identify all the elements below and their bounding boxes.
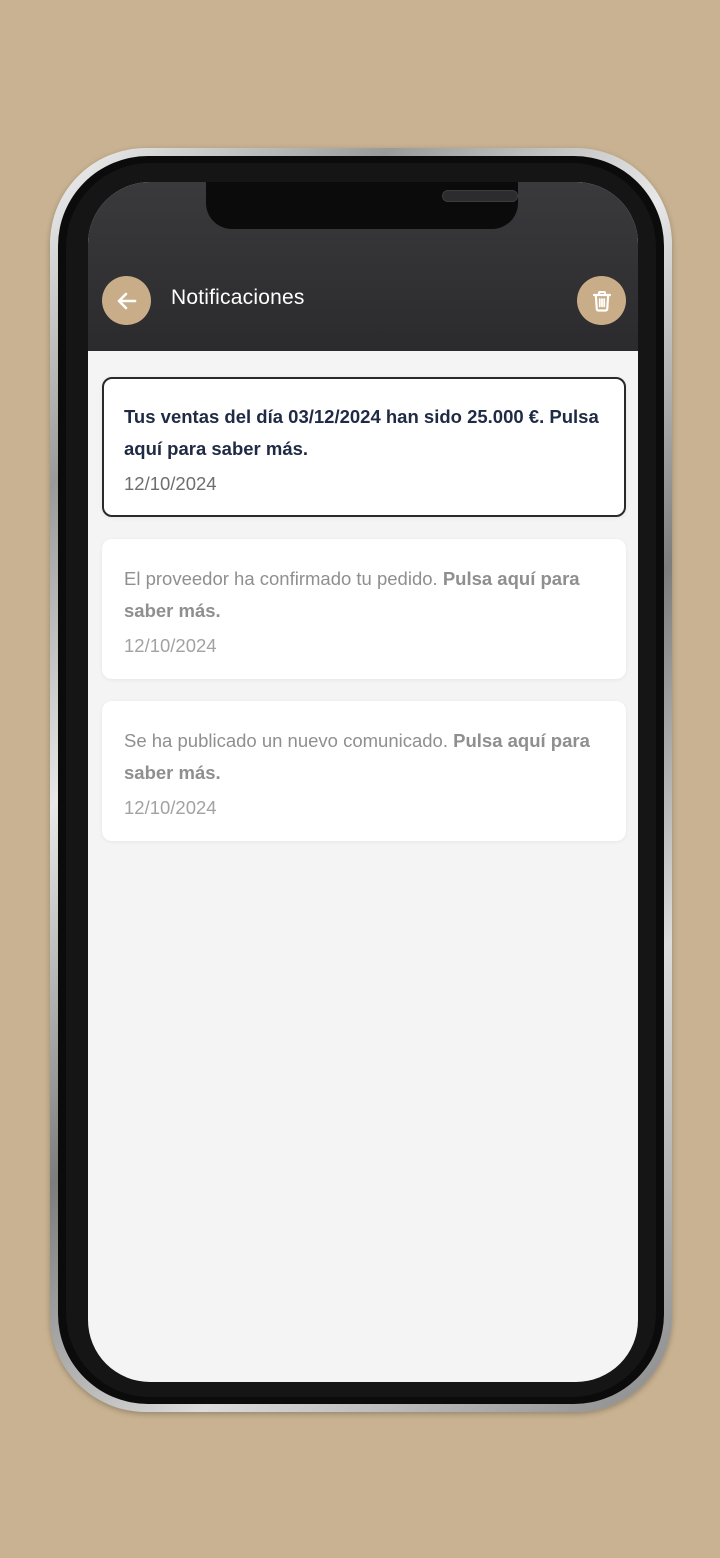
trash-icon [592,290,611,312]
delete-all-button[interactable] [577,276,626,325]
notification-message: Tus ventas del día 03/12/2024 han sido 2… [124,401,604,465]
notification-date: 12/10/2024 [124,473,217,494]
notification-card[interactable]: Tus ventas del día 03/12/2024 han sido 2… [102,377,626,517]
notification-text: El proveedor ha confirmado tu pedido. [124,568,438,589]
notification-list: Tus ventas del día 03/12/2024 han sido 2… [102,377,626,863]
phone-screen: Notificaciones Tus ventas del día 03/12/… [88,182,638,1382]
notification-date: 12/10/2024 [124,797,217,818]
notification-message: Se ha publicado un nuevo comunicado. Pul… [124,725,604,789]
notification-card[interactable]: El proveedor ha confirmado tu pedido. Pu… [102,539,626,679]
arrow-left-icon [117,292,136,309]
phone-notch [206,182,518,229]
notification-message: El proveedor ha confirmado tu pedido. Pu… [124,563,604,627]
notification-card[interactable]: Se ha publicado un nuevo comunicado. Pul… [102,701,626,841]
notification-text: Tus ventas del día 03/12/2024 han sido 2… [124,406,545,427]
page-title: Notificaciones [171,286,305,309]
stage-background: Notificaciones Tus ventas del día 03/12/… [0,0,720,1558]
app-header: Notificaciones [88,182,638,351]
back-button[interactable] [102,276,151,325]
notification-date: 12/10/2024 [124,635,217,656]
notification-text: Se ha publicado un nuevo comunicado. [124,730,448,751]
speaker-grille [442,190,518,202]
